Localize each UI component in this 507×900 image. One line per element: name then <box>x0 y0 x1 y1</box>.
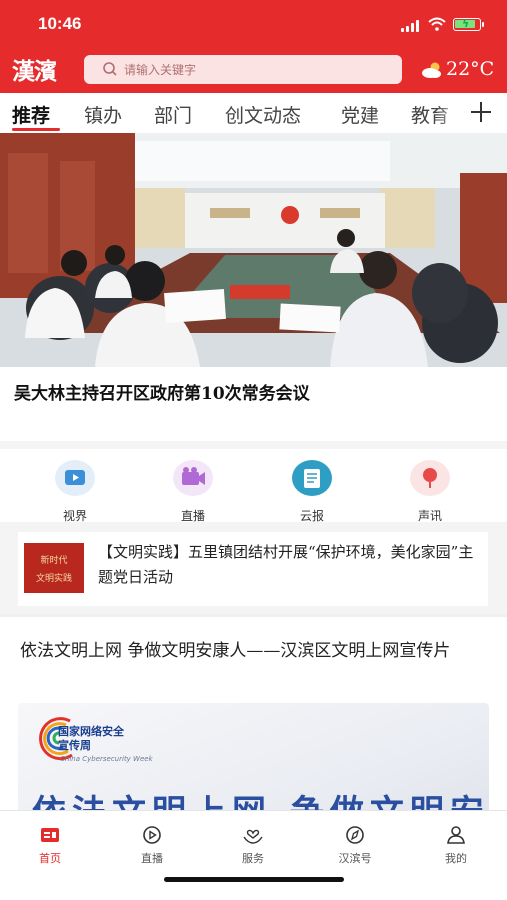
home-indicator <box>164 877 344 882</box>
notice-section: 新时代 文明实践 【文明实践】五里镇团结村开展“保护环境，美化家园”主题党日活动 <box>0 522 507 614</box>
nav-home[interactable]: 首页 <box>20 823 80 867</box>
article-card[interactable]: 依法文明上网 争做文明安康人——汉滨区文明上网宣传片 国家网络安全宣传周 Chi… <box>0 614 507 810</box>
article-title: 依法文明上网 争做文明安康人——汉滨区文明上网宣传片 <box>20 641 451 661</box>
banner-headline[interactable]: 吴大林主持召开区政府第10次常务会议 <box>14 379 310 404</box>
home-icon <box>41 828 59 842</box>
heart-hands-icon <box>243 829 263 844</box>
nav-hanbin-account[interactable]: 汉滨号 <box>325 823 385 867</box>
newspaper-icon <box>292 460 332 496</box>
status-bar: 10:46 ϟ <box>0 0 507 48</box>
search-bar[interactable] <box>84 55 402 84</box>
nav-mine[interactable]: 我的 <box>426 823 486 867</box>
quick-link-cloud-paper[interactable]: 云报 <box>282 455 342 523</box>
banner-headline-area[interactable]: 吴大林主持召开区政府第10次常务会议 <box>0 367 507 441</box>
signal-icon <box>401 20 421 32</box>
tab-civilization-news[interactable]: 创文动态 <box>225 101 301 128</box>
nav-service[interactable]: 服务 <box>223 823 283 867</box>
battery-icon: ϟ <box>453 17 484 31</box>
partly-cloudy-icon <box>422 62 441 78</box>
cybersecurity-week-english: China Cybersecurity Week <box>60 755 153 763</box>
wifi-icon <box>428 17 446 31</box>
quick-links: 视界 直播 云报 声讯 <box>0 441 507 523</box>
search-icon <box>103 62 117 76</box>
app-header: 10:46 ϟ 漢濱 22°C <box>0 0 507 93</box>
app-logo[interactable]: 漢濱 <box>12 52 64 85</box>
tab-department[interactable]: 部门 <box>154 101 192 128</box>
tab-recommend[interactable]: 推荐 <box>12 101 50 128</box>
banner-carousel[interactable] <box>0 133 507 367</box>
cybersecurity-week-title: 国家网络安全宣传周 <box>58 725 124 752</box>
nav-live[interactable]: 直播 <box>122 823 182 867</box>
news-title: 【文明实践】五里镇团结村开展“保护环境，美化家园”主题党日活动 <box>98 543 474 586</box>
news-thumbnail: 新时代 文明实践 <box>24 543 84 593</box>
tv-icon <box>55 460 95 496</box>
tab-party-building[interactable]: 党建 <box>341 101 379 128</box>
plus-icon[interactable] <box>466 96 496 128</box>
video-camera-icon <box>173 460 213 496</box>
news-card[interactable]: 新时代 文明实践 【文明实践】五里镇团结村开展“保护环境，美化家园”主题党日活动 <box>18 532 488 606</box>
quick-link-audio[interactable]: 声讯 <box>400 455 460 523</box>
banner-image <box>0 133 507 367</box>
active-tab-indicator <box>12 128 60 131</box>
search-input[interactable] <box>124 59 384 81</box>
article-video-thumbnail[interactable]: 国家网络安全宣传周 China Cybersecurity Week 依法文明上… <box>18 703 489 810</box>
play-icon <box>143 826 161 844</box>
compass-icon <box>346 826 364 844</box>
tab-town-office[interactable]: 镇办 <box>84 101 122 128</box>
bottom-navigation: 首页 直播 服务 汉滨号 我的 <box>0 810 507 900</box>
microphone-icon <box>410 460 450 496</box>
user-icon <box>447 826 465 844</box>
video-slogan: 依法文明上网 争做文明安康人 <box>32 785 489 810</box>
quick-link-vision[interactable]: 视界 <box>45 455 105 523</box>
status-time: 10:46 <box>38 14 82 33</box>
quick-link-live[interactable]: 直播 <box>163 455 223 523</box>
category-tabs: 推荐 镇办 部门 创文动态 党建 教育 <box>0 93 507 133</box>
temperature: 22°C <box>446 58 495 80</box>
